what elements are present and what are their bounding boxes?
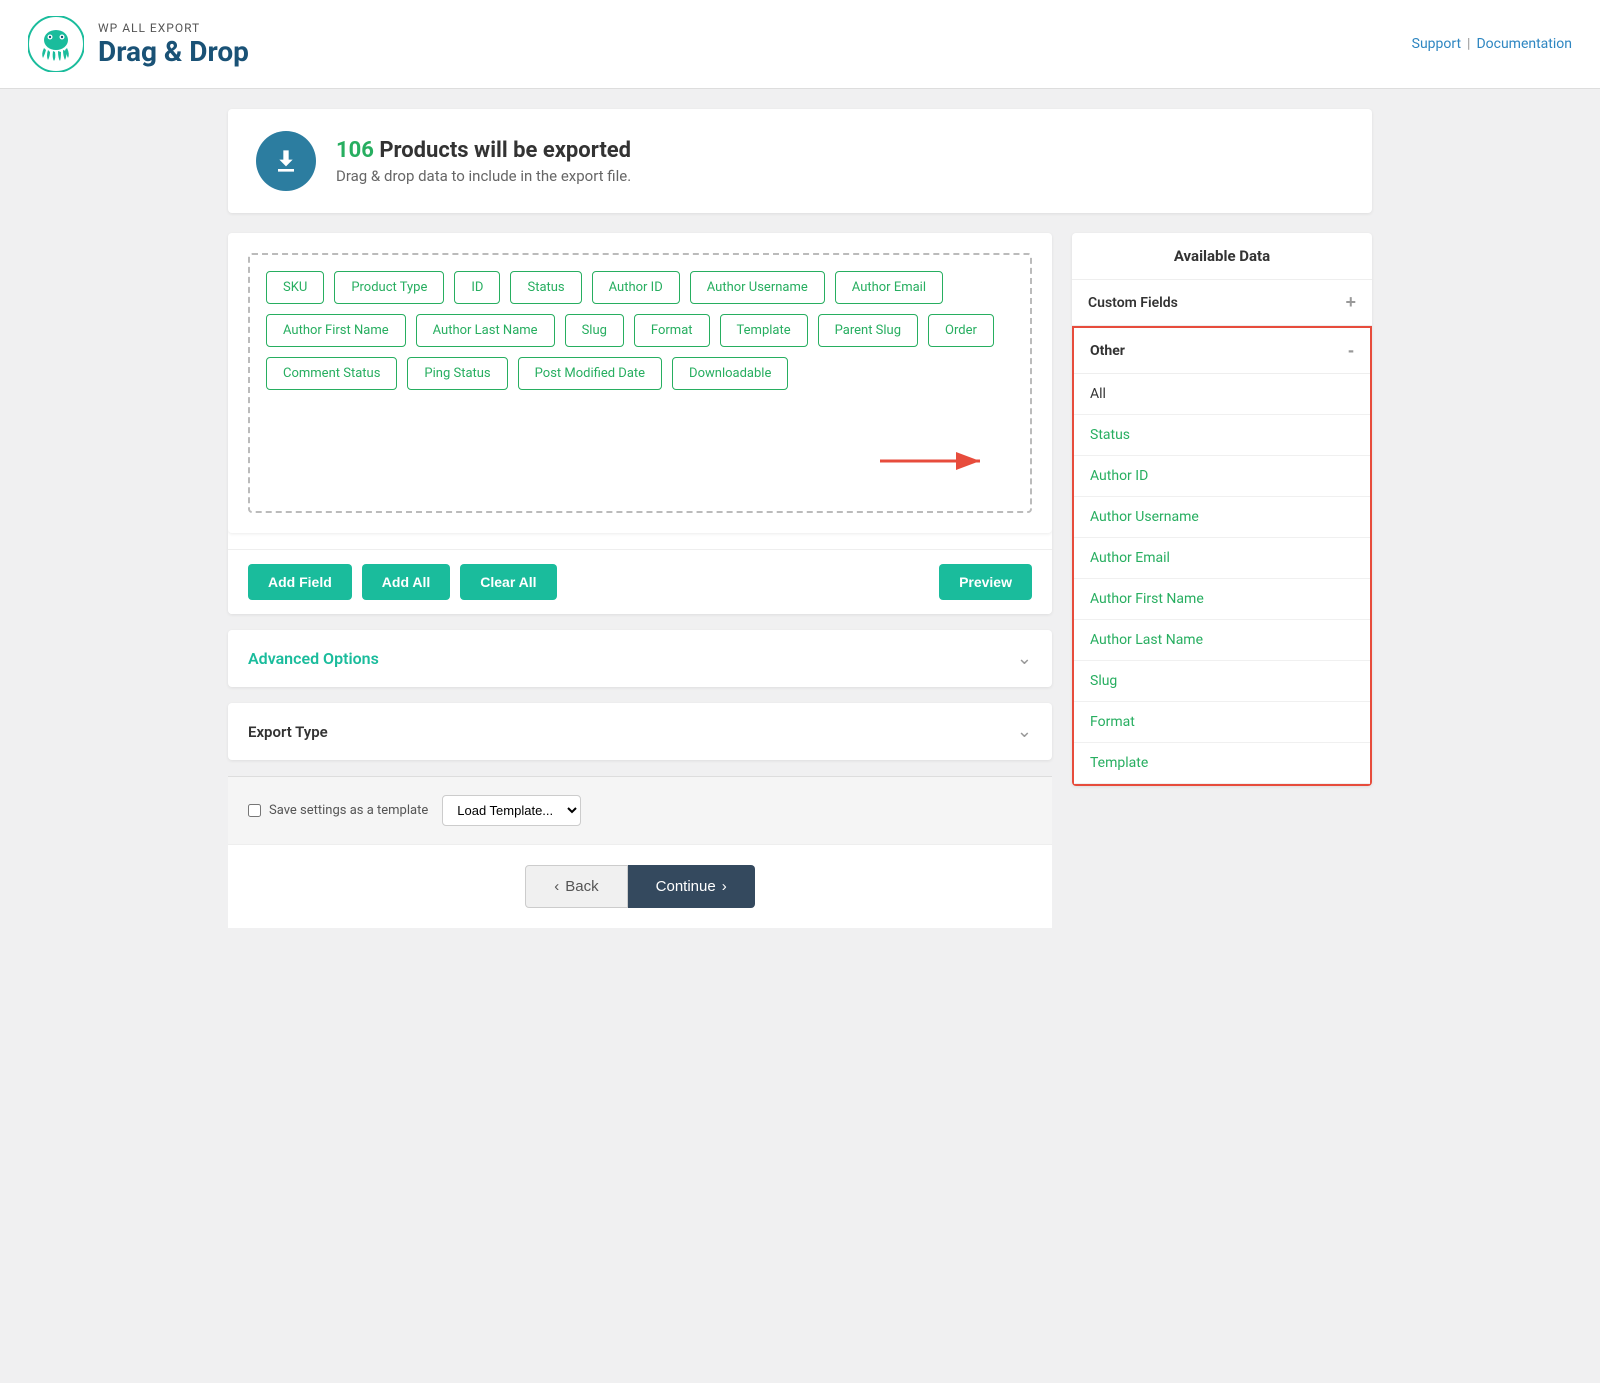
field-chip[interactable]: Template (720, 314, 808, 347)
field-chip[interactable]: SKU (266, 271, 324, 304)
field-chip[interactable]: Downloadable (672, 357, 788, 390)
available-data-header: Available Data (1072, 233, 1372, 280)
logo-area: WP ALL EXPORT Drag & Drop (28, 16, 249, 72)
export-type-chevron: ⌄ (1017, 721, 1032, 742)
field-chip[interactable]: Author Last Name (416, 314, 555, 347)
download-icon (270, 145, 302, 177)
field-chip[interactable]: Format (634, 314, 710, 347)
field-chip[interactable]: Slug (565, 314, 624, 347)
field-chip[interactable]: Status (510, 271, 581, 304)
docs-link[interactable]: Documentation (1476, 36, 1572, 52)
drag-drop-area: SKU Product Type ID Status Author ID Author U… (228, 233, 1052, 533)
drag-drop-wrapper: SKU Product Type ID Status Author ID Author U… (228, 233, 1052, 614)
export-subtext: Drag & drop data to include in the expor… (336, 167, 631, 185)
nav-buttons: ‹ Back Continue › (228, 844, 1052, 928)
field-chip[interactable]: Product Type (334, 271, 444, 304)
available-item[interactable]: Author ID (1074, 456, 1370, 497)
red-arrow-annotation (880, 431, 1000, 491)
header-title-block: WP ALL EXPORT Drag & Drop (98, 21, 249, 68)
left-panel: SKU Product Type ID Status Author ID Author U… (228, 233, 1052, 928)
available-item[interactable]: Slug (1074, 661, 1370, 702)
field-chip[interactable]: Post Modified Date (518, 357, 662, 390)
available-items-list: AllStatusAuthor IDAuthor UsernameAuthor … (1074, 374, 1370, 784)
other-section-header: Other - (1074, 328, 1370, 374)
action-buttons: Add Field Add All Clear All Preview (228, 549, 1052, 614)
back-label: Back (565, 878, 598, 895)
field-chip[interactable]: Order (928, 314, 994, 347)
add-all-button[interactable]: Add All (362, 564, 450, 600)
available-item[interactable]: Author Last Name (1074, 620, 1370, 661)
continue-button[interactable]: Continue › (628, 865, 755, 908)
field-chip[interactable]: Comment Status (266, 357, 397, 390)
save-template-checkbox[interactable] (248, 804, 261, 817)
drag-drop-inner: SKU Product Type ID Status Author ID Author U… (248, 253, 1032, 513)
field-chip[interactable]: Parent Slug (818, 314, 918, 347)
app-subtitle: WP ALL EXPORT (98, 21, 249, 35)
other-section-title: Other (1090, 343, 1125, 359)
back-arrow-icon: ‹ (554, 878, 559, 895)
other-section: Other - AllStatusAuthor IDAuthor Usernam… (1072, 326, 1372, 786)
field-chip[interactable]: Author First Name (266, 314, 406, 347)
custom-fields-row: Custom Fields + (1072, 280, 1372, 326)
field-chip[interactable]: Author ID (592, 271, 680, 304)
add-field-button[interactable]: Add Field (248, 564, 352, 600)
available-item[interactable]: Format (1074, 702, 1370, 743)
available-item[interactable]: Template (1074, 743, 1370, 784)
field-grid: SKU Product Type ID Status Author ID Author U… (266, 271, 1014, 390)
continue-label: Continue (656, 878, 716, 895)
advanced-options-chevron: ⌄ (1017, 648, 1032, 669)
header-links: Support | Documentation (1412, 36, 1572, 52)
custom-fields-label: Custom Fields (1088, 295, 1178, 311)
footer-bar: Save settings as a template Load Templat… (228, 776, 1052, 844)
export-count-text: 106 Products will be exported (336, 138, 631, 163)
available-item[interactable]: All (1074, 374, 1370, 415)
other-section-minus-button[interactable]: - (1348, 340, 1354, 361)
page-header: WP ALL EXPORT Drag & Drop Support | Docu… (0, 0, 1600, 89)
load-template-select[interactable]: Load Template... (442, 795, 581, 826)
available-item[interactable]: Author First Name (1074, 579, 1370, 620)
export-text: 106 Products will be exported Drag & dro… (336, 138, 631, 185)
field-chip[interactable]: Author Username (690, 271, 825, 304)
app-title: Drag & Drop (98, 35, 249, 68)
available-data-panel: Available Data Custom Fields + Other - A… (1072, 233, 1372, 786)
available-item[interactable]: Status (1074, 415, 1370, 456)
save-template-text: Save settings as a template (269, 803, 428, 818)
export-count: 106 (336, 138, 374, 163)
clear-all-button[interactable]: Clear All (460, 564, 556, 600)
export-type-section[interactable]: Export Type ⌄ (228, 703, 1052, 760)
advanced-options-section[interactable]: Advanced Options ⌄ (228, 630, 1052, 687)
export-label: Products will be exported (379, 138, 631, 163)
right-panel: Available Data Custom Fields + Other - A… (1072, 233, 1372, 786)
support-link[interactable]: Support (1412, 36, 1461, 52)
export-type-title: Export Type (248, 723, 328, 741)
export-banner: 106 Products will be exported Drag & dro… (228, 109, 1372, 213)
export-icon-circle (256, 131, 316, 191)
advanced-options-title: Advanced Options (248, 649, 379, 668)
field-chip[interactable]: Ping Status (407, 357, 507, 390)
available-item[interactable]: Author Email (1074, 538, 1370, 579)
custom-fields-plus-button[interactable]: + (1345, 292, 1356, 313)
field-chip[interactable]: ID (454, 271, 500, 304)
continue-arrow-icon: › (722, 878, 727, 895)
available-item[interactable]: Author Username (1074, 497, 1370, 538)
logo-icon (28, 16, 84, 72)
preview-button[interactable]: Preview (939, 564, 1032, 600)
field-chip[interactable]: Author Email (835, 271, 943, 304)
save-template-label: Save settings as a template (248, 803, 428, 818)
back-button[interactable]: ‹ Back (525, 865, 627, 908)
two-col-layout: SKUProduct TypeIDStatusAuthor IDAuthor U… (228, 233, 1372, 928)
